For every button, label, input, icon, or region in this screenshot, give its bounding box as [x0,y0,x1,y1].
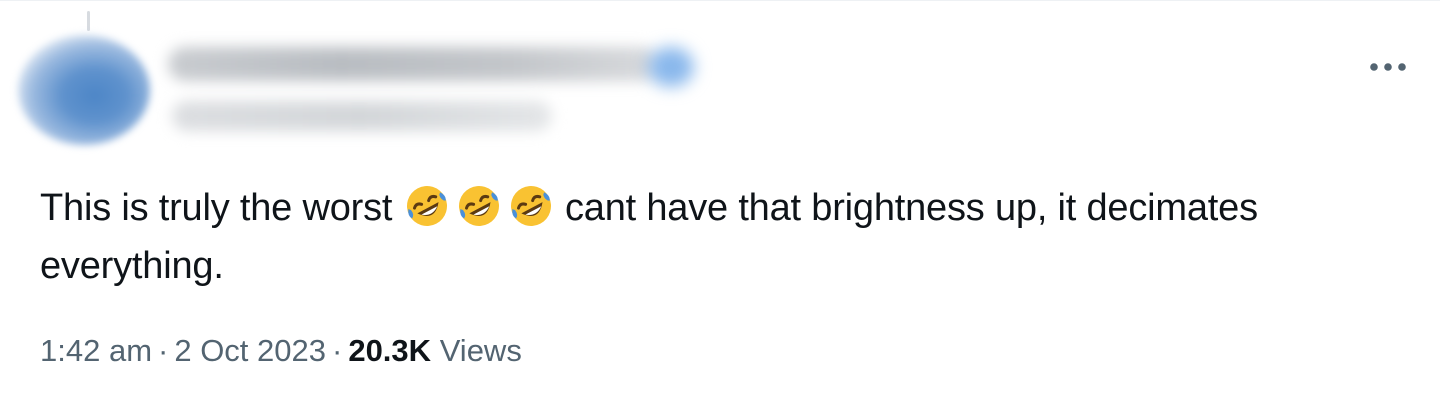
tweet-date[interactable]: 2 Oct 2023 [174,333,326,368]
meta-separator: · [158,333,169,368]
display-name-redacted[interactable] [168,47,658,81]
rolling-on-floor-laughing-emoji-icon [510,186,551,226]
rolling-on-floor-laughing-emoji-icon [458,186,499,226]
meta-separator: · [332,333,343,368]
tweet-text-before: This is truly the worst [40,187,403,229]
tweet-card: This is truly the worst cant have that b… [0,0,1440,404]
views-label: Views [439,333,522,368]
tweet-metadata: 1:42 am · 2 Oct 2023 · 20.3K Views [40,329,522,373]
more-horizontal-icon [1370,63,1406,71]
rolling-on-floor-laughing-emoji-icon [406,186,447,226]
views-count: 20.3K [348,333,432,368]
views-link[interactable]: 20.3K Views [348,333,522,368]
username-handle-redacted[interactable] [172,101,552,131]
verified-badge-icon [648,47,694,87]
more-options-button[interactable] [1362,51,1414,83]
avatar[interactable] [18,35,150,145]
thread-connector-line [87,11,90,31]
tweet-text: This is truly the worst cant have that b… [40,179,1380,295]
tweet-time[interactable]: 1:42 am [40,333,152,368]
